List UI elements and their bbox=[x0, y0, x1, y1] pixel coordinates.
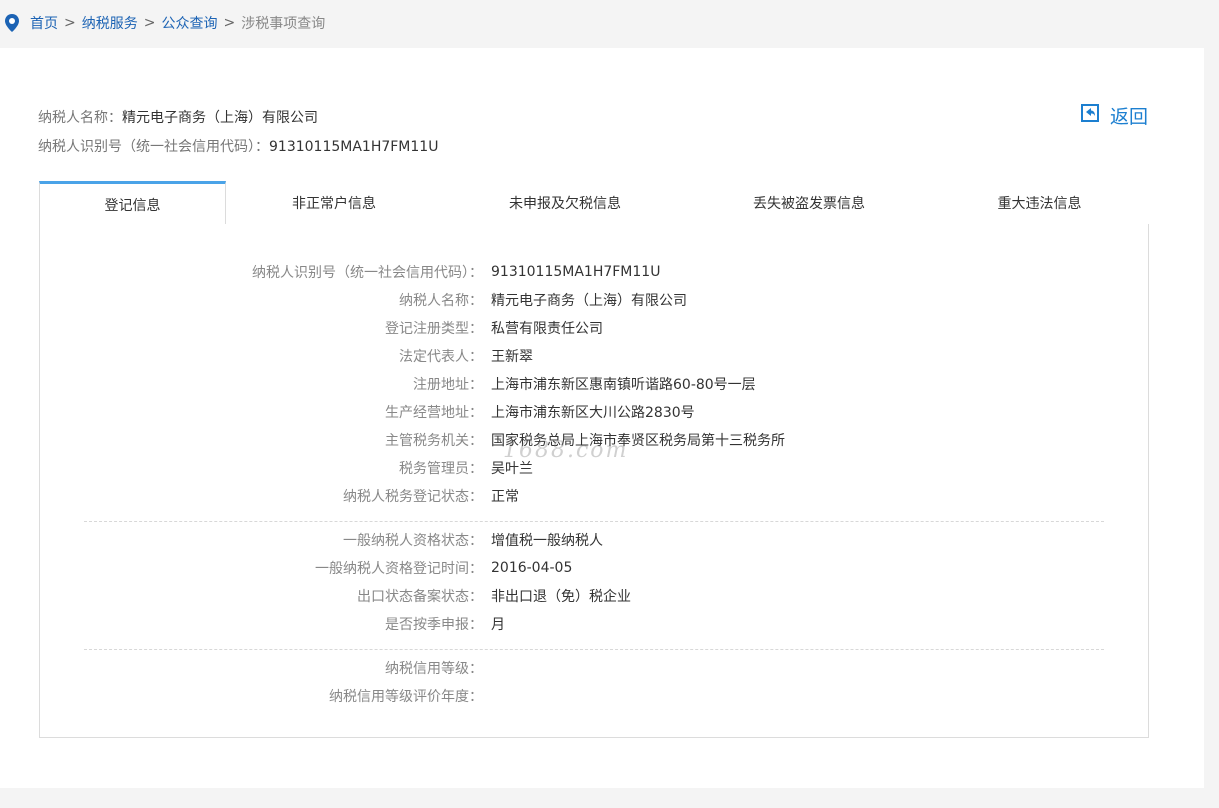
info-row-registered-address: 注册地址： 上海市浦东新区惠南镇听谐路60-80号一层 bbox=[40, 370, 1148, 398]
breadcrumb-separator: > bbox=[143, 15, 156, 31]
info-key: 纳税人名称： bbox=[399, 293, 483, 309]
info-value: 91310115MA1H7FM11U bbox=[491, 264, 661, 280]
section-divider bbox=[84, 521, 1104, 522]
info-key: 纳税信用等级评价年度： bbox=[329, 689, 483, 705]
info-row-general-taxpayer-status: 一般纳税人资格状态： 增值税一般纳税人 bbox=[40, 526, 1148, 554]
info-row-credit-rating-year: 纳税信用等级评价年度： bbox=[40, 682, 1148, 710]
taxpayer-id-value: 91310115MA1H7FM11U bbox=[269, 139, 439, 155]
info-row-business-address: 生产经营地址： 上海市浦东新区大川公路2830号 bbox=[40, 398, 1148, 426]
taxpayer-name-label: 纳税人名称： bbox=[38, 110, 122, 126]
info-key: 出口状态备案状态： bbox=[357, 589, 483, 605]
info-key: 纳税人税务登记状态： bbox=[343, 489, 483, 505]
breadcrumb-tax-service[interactable]: 纳税服务 bbox=[82, 13, 138, 33]
info-value: 私营有限责任公司 bbox=[491, 321, 603, 337]
info-value: 王新翠 bbox=[491, 349, 533, 365]
breadcrumb-separator: > bbox=[64, 15, 76, 31]
info-key: 是否按季申报： bbox=[385, 617, 483, 633]
info-row-registration-type: 登记注册类型： 私营有限责任公司 bbox=[40, 314, 1148, 342]
info-key: 生产经营地址： bbox=[385, 405, 483, 421]
info-row-credit-rating: 纳税信用等级： bbox=[40, 654, 1148, 682]
back-label: 返回 bbox=[1110, 106, 1149, 128]
info-row-taxpayer-id: 纳税人识别号（统一社会信用代码）： 91310115MA1H7FM11U bbox=[40, 258, 1148, 286]
tab-major-violations[interactable]: 重大违法信息 bbox=[930, 181, 1149, 225]
info-value: 月 bbox=[491, 617, 505, 633]
info-key: 登记注册类型： bbox=[385, 321, 483, 337]
info-key: 法定代表人： bbox=[399, 349, 483, 365]
info-row-legal-representative: 法定代表人： 王新翠 bbox=[40, 342, 1148, 370]
info-value: 上海市浦东新区惠南镇听谐路60-80号一层 bbox=[491, 377, 756, 393]
taxpayer-id-label: 纳税人识别号（统一社会信用代码）： bbox=[38, 139, 269, 155]
info-row-registration-status: 纳税人税务登记状态： 正常 bbox=[40, 482, 1148, 510]
tab-bar: 登记信息 非正常户信息 未申报及欠税信息 丢失被盗发票信息 重大违法信息 bbox=[39, 181, 1149, 226]
section-divider bbox=[84, 649, 1104, 650]
info-value: 正常 bbox=[491, 489, 519, 505]
info-row-general-taxpayer-date: 一般纳税人资格登记时间： 2016-04-05 bbox=[40, 554, 1148, 582]
tab-undeclared-tax-arrears[interactable]: 未申报及欠税信息 bbox=[442, 181, 688, 225]
info-value: 非出口退（免）税企业 bbox=[491, 589, 631, 605]
info-key: 一般纳税人资格登记时间： bbox=[315, 561, 483, 577]
back-icon bbox=[1080, 103, 1110, 128]
info-row-taxpayer-name: 纳税人名称： 精元电子商务（上海）有限公司 bbox=[40, 286, 1148, 314]
tab-registration-info[interactable]: 登记信息 bbox=[39, 181, 226, 226]
info-row-export-status: 出口状态备案状态： 非出口退（免）税企业 bbox=[40, 582, 1148, 610]
taxpayer-header: 纳税人名称：精元电子商务（上海）有限公司 纳税人识别号（统一社会信用代码）：91… bbox=[38, 104, 438, 162]
info-key: 一般纳税人资格状态： bbox=[343, 533, 483, 549]
breadcrumb-home[interactable]: 首页 bbox=[30, 13, 58, 33]
info-value: 增值税一般纳税人 bbox=[491, 533, 603, 549]
main-panel: 纳税人名称：精元电子商务（上海）有限公司 纳税人识别号（统一社会信用代码）：91… bbox=[0, 48, 1204, 788]
taxpayer-name-value: 精元电子商务（上海）有限公司 bbox=[122, 110, 318, 126]
info-key: 纳税信用等级： bbox=[385, 661, 483, 677]
location-pin-icon bbox=[4, 14, 20, 32]
breadcrumb-separator: > bbox=[223, 15, 236, 31]
info-value: 2016-04-05 bbox=[491, 560, 573, 576]
tab-lost-stolen-invoices[interactable]: 丢失被盗发票信息 bbox=[688, 181, 930, 225]
info-key: 税务管理员： bbox=[399, 461, 483, 477]
info-value: 精元电子商务（上海）有限公司 bbox=[491, 293, 687, 309]
tab-abnormal-account[interactable]: 非正常户信息 bbox=[226, 181, 442, 225]
info-key: 注册地址： bbox=[413, 377, 483, 393]
back-button[interactable]: 返回 bbox=[1080, 102, 1148, 129]
info-key: 纳税人识别号（统一社会信用代码）： bbox=[252, 265, 483, 281]
info-value: 上海市浦东新区大川公路2830号 bbox=[491, 405, 695, 421]
breadcrumb-current: 涉税事项查询 bbox=[241, 16, 326, 32]
registration-info-panel: 纳税人识别号（统一社会信用代码）： 91310115MA1H7FM11U 纳税人… bbox=[39, 224, 1149, 738]
breadcrumb-public-query[interactable]: 公众查询 bbox=[161, 13, 217, 33]
info-key: 主管税务机关： bbox=[385, 433, 483, 449]
breadcrumb: 首页 > 纳税服务 > 公众查询 > 涉税事项查询 bbox=[0, 0, 1219, 46]
watermark: 1688.com bbox=[503, 438, 629, 463]
info-row-quarterly-filing: 是否按季申报： 月 bbox=[40, 610, 1148, 638]
